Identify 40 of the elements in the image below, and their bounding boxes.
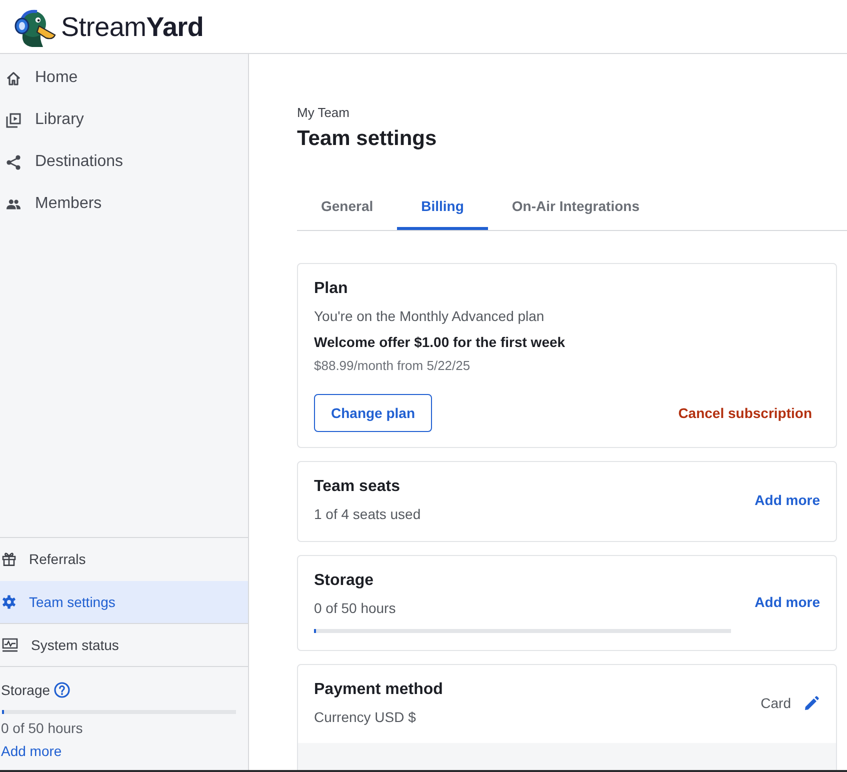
price-note: $88.99/month from 5/22/25 [314, 357, 472, 375]
plan-description: You're on the Monthly Advanced plan [314, 307, 546, 326]
card-title: Payment method [314, 680, 443, 700]
storage-usage-text: 0 of 50 hours [1, 719, 84, 738]
nav-item[interactable]: Team settings [0, 581, 248, 624]
gift-icon [2, 552, 16, 566]
breadcrumb: My Team [297, 104, 350, 122]
nav-item[interactable]: Members [0, 183, 248, 225]
tab[interactable]: On-Air Integrations [488, 184, 664, 230]
tab[interactable]: Billing [397, 184, 488, 230]
nav-item[interactable]: System status [0, 624, 248, 666]
seats-usage-text: 1 of 4 seats used [314, 505, 421, 524]
change-plan-button[interactable]: Change plan [314, 394, 432, 432]
add-more-link[interactable]: Add more [1, 741, 62, 761]
video-library-icon [6, 112, 21, 128]
gear-icon [2, 595, 16, 609]
people-icon [6, 198, 21, 210]
monitor-pulse-icon [2, 638, 18, 652]
nav-item[interactable]: Home [0, 57, 248, 99]
brand-name: StreamYard [61, 10, 204, 42]
nav-item[interactable]: Destinations [0, 141, 248, 183]
storage-usage-text: 0 of 50 hours [314, 599, 397, 618]
page-title: Team settings [297, 126, 438, 152]
help-icon[interactable] [54, 682, 70, 698]
nav-item[interactable]: Library [0, 99, 248, 141]
nav-item[interactable]: Referrals [0, 538, 248, 581]
home-icon [6, 70, 21, 86]
offer-text: Welcome offer $1.00 for the first week [314, 333, 566, 352]
currency-text: Currency USD $ [314, 708, 417, 727]
add-more-link[interactable]: Add more [754, 594, 820, 610]
share-icon [6, 154, 21, 170]
edit-icon[interactable] [804, 696, 819, 710]
add-more-link[interactable]: Add more [754, 492, 820, 508]
tab[interactable]: General [297, 184, 398, 230]
storage-label: Storage [1, 681, 50, 700]
card-title: Team seats [314, 477, 401, 497]
card-title: Plan [314, 279, 349, 299]
cancel-subscription-link[interactable]: Cancel subscription [670, 399, 820, 427]
payment-method-value: Card [760, 695, 791, 711]
card-title: Storage [314, 571, 375, 591]
